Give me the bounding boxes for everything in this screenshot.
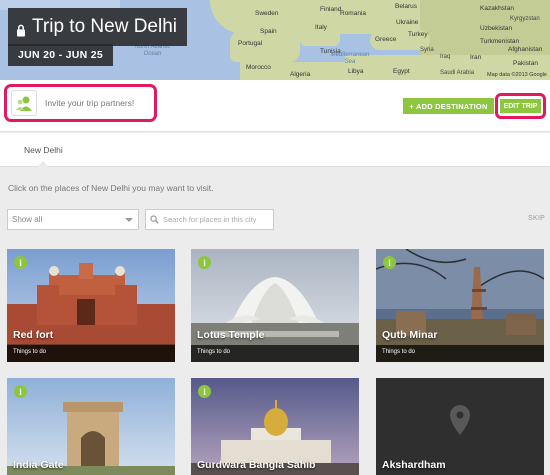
map-label: Libya xyxy=(348,68,364,75)
place-card-red-fort[interactable]: i Red fort Things to do xyxy=(7,249,175,362)
add-destination-button[interactable]: + ADD DESTINATION xyxy=(403,98,494,114)
place-search[interactable] xyxy=(145,209,274,230)
map-label: Belarus xyxy=(395,3,418,10)
info-icon[interactable]: i xyxy=(383,256,396,269)
place-category: Things to do xyxy=(376,345,544,362)
map-label: Saudi Arabia xyxy=(440,70,475,76)
map-label: Kazakhstan xyxy=(480,5,514,12)
place-category: Things to do xyxy=(7,345,175,362)
map-sea-label: Mediterranean Sea xyxy=(330,52,370,65)
place-name: India Gate xyxy=(13,459,64,471)
category-select-value: Show all xyxy=(12,215,43,224)
search-icon xyxy=(150,211,159,229)
info-icon[interactable]: i xyxy=(198,256,211,269)
edit-trip-highlight: EDIT TRIP xyxy=(495,93,546,119)
place-card-india-gate[interactable]: i India Gate xyxy=(7,378,175,475)
map-label: Italy xyxy=(315,24,327,31)
map-label: Syria xyxy=(420,47,434,53)
place-card-gurdwara-bangla-sahib[interactable]: i Gurdwara Bangla Sahib xyxy=(191,378,359,475)
place-card-qutb-minar[interactable]: i Qutb Minar Things to do xyxy=(376,249,544,362)
map-label: Greece xyxy=(375,36,397,43)
tab-new-delhi[interactable]: New Delhi xyxy=(24,145,63,155)
trip-title-text: Trip to New Delhi xyxy=(32,16,178,37)
place-card-akshardham[interactable]: Akshardham xyxy=(376,378,544,475)
page: Sweden Finland Belarus Ukraine Romania K… xyxy=(0,0,550,475)
map-label: Ukraine xyxy=(396,19,419,26)
edit-trip-button[interactable]: EDIT TRIP xyxy=(500,99,541,113)
lock-icon xyxy=(16,21,26,36)
map-label: Egypt xyxy=(393,68,410,75)
category-select[interactable]: Show all xyxy=(7,209,139,230)
map-label: Algeria xyxy=(290,71,311,78)
destination-tabs: New Delhi xyxy=(0,133,550,167)
map-label: Turkmenistan xyxy=(480,38,520,45)
trip-title: Trip to New Delhi xyxy=(8,8,188,46)
map-label: Portugal xyxy=(238,40,263,47)
map-label: Finland xyxy=(320,6,342,13)
place-name: Lotus Temple xyxy=(197,329,265,341)
map-label: Sweden xyxy=(255,10,279,17)
info-icon[interactable]: i xyxy=(14,385,27,398)
map-label: Spain xyxy=(260,28,277,35)
map-label: Iran xyxy=(470,54,482,61)
map-banner[interactable]: Sweden Finland Belarus Ukraine Romania K… xyxy=(0,0,550,80)
map-label: Morocco xyxy=(246,64,271,71)
map-label: Uzbekistan xyxy=(480,25,513,32)
place-card-lotus-temple[interactable]: i Lotus Temple Things to do xyxy=(191,249,359,362)
map-label: Romania xyxy=(340,10,367,17)
map-label: Turkey xyxy=(408,31,428,38)
search-input[interactable] xyxy=(163,215,273,224)
place-name: Red fort xyxy=(13,329,54,341)
trip-dates: JUN 20 - JUN 25 xyxy=(8,44,114,66)
add-user-icon xyxy=(11,90,37,116)
active-tab-pointer xyxy=(37,161,49,167)
place-name: Gurdwara Bangla Sahib xyxy=(197,459,316,471)
instructions-text: Click on the places of New Delhi you may… xyxy=(8,183,214,193)
place-category: Things to do xyxy=(191,345,359,362)
invite-label: Invite your trip partners! xyxy=(45,98,135,108)
info-icon[interactable]: i xyxy=(14,256,27,269)
skip-button[interactable]: SKIP xyxy=(528,215,545,222)
map-label: Pakistan xyxy=(513,60,538,67)
place-name: Qutb Minar xyxy=(382,329,438,341)
map-label: Afghanistan xyxy=(508,46,543,53)
map-sea-label: North Atlantic Ocean xyxy=(134,44,171,57)
map-label: Iraq xyxy=(440,54,451,60)
place-name: Akshardham xyxy=(382,459,446,471)
trip-toolbar: Invite your trip partners! + ADD DESTINA… xyxy=(0,80,550,132)
info-icon[interactable]: i xyxy=(198,385,211,398)
invite-partners-button[interactable]: Invite your trip partners! xyxy=(4,84,157,122)
map-label: Kyrgyzstan xyxy=(510,16,540,22)
chevron-down-icon xyxy=(125,218,133,222)
map-copyright: Map data ©2013 Google xyxy=(486,72,547,78)
